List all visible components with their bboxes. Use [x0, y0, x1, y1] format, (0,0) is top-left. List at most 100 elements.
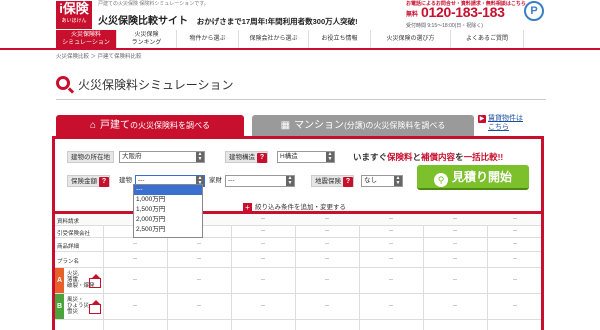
grade-badge: A [55, 268, 64, 293]
table-row: 引受保険会社 -- -- -- -- -- -- -- [55, 226, 541, 238]
structure-select[interactable]: H構造 ▲ ▼ [277, 151, 335, 163]
nav-ranking-label: 火災保険 ランキング [131, 32, 162, 46]
table-cell: -- [389, 216, 393, 222]
nav-how-to-choose-label: 火災保険の選び方 [386, 36, 435, 42]
nav-by-company[interactable]: 保険会社から選ぶ [238, 30, 308, 48]
table-row: 資料請求 -- -- -- -- -- -- -- [55, 214, 541, 226]
table-cell: -- [389, 228, 393, 234]
tab-mansion[interactable]: ▦ マンション(分譲)の火災保険料を調べる [252, 115, 474, 136]
tab-mansion-post: の火災保険料を調べる [365, 121, 446, 130]
table-cell: -- [197, 241, 201, 247]
phone-number[interactable]: 0120-183-183 [421, 4, 505, 20]
logo-main: i保険 [59, 1, 89, 16]
nav-faq[interactable]: よくあるご質問 [450, 30, 524, 48]
dropdown-option[interactable]: 1,000万円 [134, 195, 202, 205]
global-nav: 火災保険料 シミュレーション 火災保険 ランキング 物件から選ぶ 保険会社から選… [0, 30, 600, 50]
magnifier-icon: ⚲ [433, 173, 448, 187]
rent-link[interactable]: ▶ 賃貸物件は こちら [478, 114, 523, 132]
dropdown-option[interactable]: --- [134, 185, 202, 195]
table-cell: -- [513, 303, 517, 309]
select-arrow-icon: ▲ ▼ [326, 151, 334, 162]
table-cell: -- [325, 216, 329, 222]
help-icon[interactable]: ? [257, 153, 267, 163]
select-arrow-icon: ▲ ▼ [286, 175, 294, 186]
table-cell: -- [389, 303, 393, 309]
contents-amount-select[interactable]: --- ▲ ▼ [225, 175, 295, 187]
search-form: 建物の所在地 大阪府 ▲ ▼ 建物構造? H構造 ▲ ▼ いますぐ保険料と補償内容を… [52, 136, 544, 214]
table-cell: -- [197, 303, 201, 309]
table-cell: -- [513, 256, 517, 262]
table-cell: -- [513, 228, 517, 234]
location-label-text: 建物の所在地 [71, 154, 110, 161]
table-cell: -- [261, 303, 265, 309]
nav-useful-info-label: お役立ち情報 [321, 36, 358, 42]
help-icon[interactable]: ? [343, 177, 353, 187]
promo-text: いますぐ保険料と補償内容を一括比較!! [353, 151, 503, 163]
start-estimate-button[interactable]: ⚲ 見積り開始 [417, 165, 529, 190]
promo-compare: 一括比較 [463, 152, 498, 162]
table-cell: -- [325, 303, 329, 309]
nav-ranking[interactable]: 火災保険 ランキング [116, 30, 176, 48]
privacy-mark-icon: P [524, 1, 544, 21]
help-icon[interactable]: ? [99, 177, 109, 187]
table-cell: -- [261, 241, 265, 247]
house-fire-icon [89, 274, 101, 288]
nav-by-property-label: 物件から選ぶ [189, 36, 226, 42]
location-select[interactable]: 大阪府 ▲ ▼ [119, 151, 205, 163]
building-icon: ▦ [280, 120, 291, 131]
business-hours: 受付時間 9:15～18:00(日・祝除く) [406, 23, 483, 29]
site-logo[interactable]: i保険 あいほけん [56, 1, 92, 29]
breadcrumb[interactable]: 火災保険比較 ＞ 戸建て保険料比較 [56, 52, 142, 60]
tab-house[interactable]: ⌂ 戸建ての火災保険料を調べる [56, 115, 244, 136]
dropdown-option[interactable]: 2,500万円 [134, 225, 202, 235]
table-cell: -- [513, 216, 517, 222]
nav-how-to-choose[interactable]: 火災保険の選び方 [370, 30, 450, 48]
insured-amount-label-text: 保険金額 [71, 178, 97, 185]
table-cell: -- [513, 277, 517, 283]
tab-mansion-mid: (分譲) [344, 121, 366, 130]
table-cell: -- [453, 277, 457, 283]
page-title: 火災保険料シミュレーション [56, 76, 546, 96]
start-estimate-label: 見積り開始 [451, 170, 512, 184]
nav-simulation[interactable]: 火災保険料 シミュレーション [56, 30, 116, 48]
arrow-right-icon: ▶ [478, 115, 486, 123]
select-arrow-icon: ▲ ▼ [196, 151, 204, 162]
structure-value: H構造 [280, 153, 298, 160]
table-cell: -- [133, 256, 137, 262]
location-value: 大阪府 [122, 153, 142, 160]
select-arrow-icon: ▲ ▼ [394, 175, 402, 186]
table-cell: -- [197, 256, 201, 262]
row-label: 引受保険会社 [57, 231, 91, 237]
plus-icon: + [243, 203, 252, 212]
insured-amount-label: 保険金額? [67, 175, 110, 187]
table-cell: -- [453, 228, 457, 234]
add-conditions-link[interactable]: + 絞り込み条件を追加・変更する [243, 201, 346, 212]
earthquake-label-text: 地震保険 [315, 178, 341, 185]
risk-label: 風災・ ひょう災, 雪災 [67, 297, 91, 315]
promo-coverage: 補償内容 [421, 152, 456, 162]
table-cell: -- [261, 256, 265, 262]
dropdown-option[interactable]: 1,500万円 [134, 205, 202, 215]
nav-useful-info[interactable]: お役立ち情報 [308, 30, 370, 48]
site-subtitle-highlight: 17周年!年間利用者数300万人突破! [241, 17, 358, 26]
nav-by-property[interactable]: 物件から選ぶ [176, 30, 238, 48]
table-cell: -- [133, 303, 137, 309]
table-cell: -- [325, 256, 329, 262]
site-title-text: 火災保険比較サイト [98, 16, 188, 27]
site-title: 火災保険比較サイト おかげさまで17周年!年間利用者数300万人突破! [98, 12, 358, 27]
structure-label: 建物構造? [225, 151, 268, 163]
nav-faq-label: よくあるご質問 [465, 36, 508, 42]
table-cell: -- [453, 303, 457, 309]
building-label: 建物 [119, 177, 132, 184]
table-cell: -- [389, 241, 393, 247]
table-cell: -- [261, 228, 265, 234]
structure-label-text: 建物構造 [229, 154, 255, 161]
earthquake-label: 地震保険? [311, 175, 354, 187]
building-amount-dropdown: --- 1,000万円 1,500万円 2,000万円 2,500万円 [133, 184, 203, 238]
table-cell: -- [389, 256, 393, 262]
rent-link-line1: 賃貸物件は [488, 115, 523, 122]
earthquake-select[interactable]: なし ▲ ▼ [361, 175, 403, 187]
promo-end: !! [497, 152, 504, 162]
add-conditions-label: 絞り込み条件を追加・変更する [255, 204, 346, 211]
dropdown-option[interactable]: 2,000万円 [134, 215, 202, 225]
